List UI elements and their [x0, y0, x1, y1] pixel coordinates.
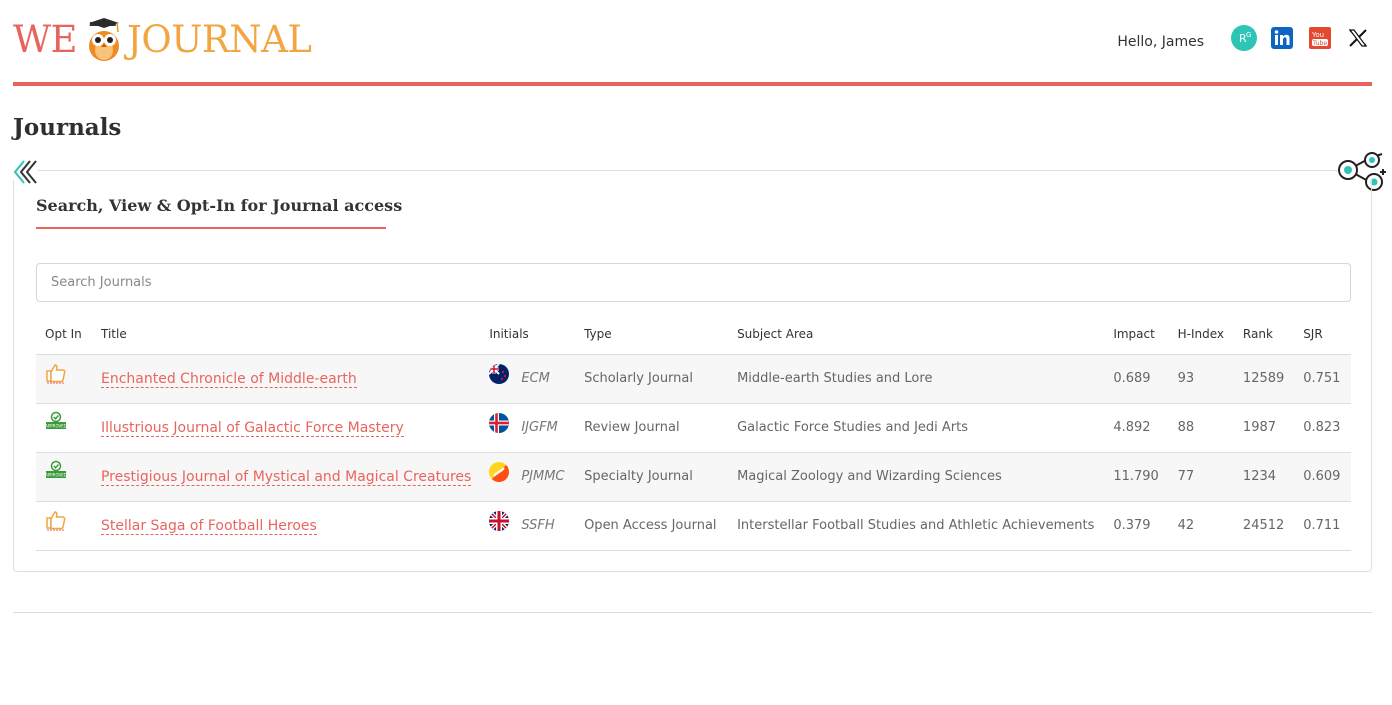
svg-text:APPROVED: APPROVED: [45, 423, 67, 428]
initials-cell: PJMMC: [480, 452, 576, 502]
impact-cell: 4.892: [1104, 403, 1169, 453]
journal-initials: PJMMC: [521, 469, 565, 484]
thumbs-up-icon[interactable]: [45, 509, 67, 531]
impact-cell: 0.689: [1104, 354, 1169, 404]
rank-cell: 1234: [1233, 452, 1295, 502]
svg-text:Tube: Tube: [1312, 40, 1327, 47]
col-title[interactable]: Title: [91, 314, 481, 355]
col-impact[interactable]: Impact: [1104, 314, 1169, 355]
type-cell: Specialty Journal: [575, 452, 729, 502]
opt-in-cell: [36, 354, 92, 404]
section-underline: [36, 227, 386, 229]
subject-cell: Interstellar Football Studies and Athlet…: [728, 501, 1105, 551]
section-title: Search, View & Opt-In for Journal access: [36, 196, 403, 215]
h-index-cell: 42: [1168, 501, 1234, 551]
journal-initials: ECM: [521, 371, 550, 386]
journals-table: Opt In Title Initials Type Subject Area …: [36, 314, 1351, 551]
sjr-cell: 0.711: [1294, 501, 1351, 551]
logo-we: WE: [13, 18, 78, 61]
bhutan-flag-icon: [489, 461, 510, 482]
iceland-flag-icon: [489, 412, 510, 433]
opt-in-cell: [36, 501, 92, 551]
initials-cell: SSFH: [480, 501, 576, 551]
rank-cell: 24512: [1233, 501, 1295, 551]
linkedin-icon[interactable]: [1268, 24, 1296, 52]
table-header-row: Opt In Title Initials Type Subject Area …: [36, 314, 1351, 355]
col-subject-area[interactable]: Subject Area: [728, 314, 1105, 355]
opt-in-cell: APPROVED: [36, 452, 92, 502]
journal-title-link[interactable]: Illustrious Journal of Galactic Force Ma…: [100, 419, 404, 437]
col-h-index[interactable]: H-Index: [1168, 314, 1234, 355]
table-row: Enchanted Chronicle of Middle-earth ECM …: [36, 354, 1351, 404]
impact-cell: 11.790: [1104, 452, 1169, 502]
col-type[interactable]: Type: [575, 314, 729, 355]
approved-icon[interactable]: APPROVED: [45, 411, 67, 433]
title-cell: Illustrious Journal of Galactic Force Ma…: [91, 403, 481, 453]
sjr-cell: 0.823: [1294, 403, 1351, 453]
thumbs-up-icon[interactable]: [45, 362, 67, 384]
rank-cell: 1987: [1233, 403, 1295, 453]
h-index-cell: 88: [1168, 403, 1234, 453]
col-opt-in[interactable]: Opt In: [36, 314, 92, 355]
sjr-cell: 0.751: [1294, 354, 1351, 404]
user-area: Hello, James R G You Tube: [1117, 18, 1372, 58]
col-sjr[interactable]: SJR: [1294, 314, 1351, 355]
greeting: Hello, James: [1117, 34, 1204, 50]
svg-text:APPROVED: APPROVED: [45, 472, 67, 477]
title-cell: Prestigious Journal of Mystical and Magi…: [91, 452, 481, 502]
journal-title-link[interactable]: Stellar Saga of Football Heroes: [100, 517, 317, 535]
search-journals-input[interactable]: [36, 263, 1351, 302]
h-index-cell: 77: [1168, 452, 1234, 502]
title-cell: Stellar Saga of Football Heroes: [91, 501, 481, 551]
col-initials[interactable]: Initials: [480, 314, 576, 355]
divider: [38, 170, 1338, 171]
footer-divider: [13, 612, 1372, 613]
svg-text:You: You: [1311, 31, 1324, 39]
logo-journal: JOURNAL: [127, 18, 312, 61]
journal-title-link[interactable]: Enchanted Chronicle of Middle-earth: [100, 370, 357, 388]
journal-initials: IJGFM: [521, 420, 558, 435]
type-cell: Open Access Journal: [575, 501, 729, 551]
sjr-cell: 0.609: [1294, 452, 1351, 502]
logo[interactable]: WE JOURNAL: [13, 16, 312, 64]
initials-cell: IJGFM: [480, 403, 576, 453]
title-cell: Enchanted Chronicle of Middle-earth: [91, 354, 481, 404]
rank-cell: 12589: [1233, 354, 1295, 404]
table-row: APPROVED Illustrious Journal of Galactic…: [36, 403, 1351, 453]
journal-initials: SSFH: [521, 518, 555, 533]
table-row: Stellar Saga of Football Heroes SSFH Ope…: [36, 501, 1351, 551]
initials-cell: ECM: [480, 354, 576, 404]
owl-mascot-icon: [89, 18, 120, 61]
type-cell: Scholarly Journal: [575, 354, 729, 404]
journals-panel: Search, View & Opt-In for Journal access…: [13, 180, 1372, 572]
journal-title-link[interactable]: Prestigious Journal of Mystical and Magi…: [100, 468, 472, 486]
header-divider: [13, 82, 1372, 86]
subject-cell: Galactic Force Studies and Jedi Arts: [728, 403, 1105, 453]
researchgate-icon[interactable]: R G: [1230, 24, 1258, 52]
impact-cell: 0.379: [1104, 501, 1169, 551]
subject-cell: Magical Zoology and Wizarding Sciences: [728, 452, 1105, 502]
subject-cell: Middle-earth Studies and Lore: [728, 354, 1105, 404]
col-rank[interactable]: Rank: [1233, 314, 1295, 355]
table-row: APPROVED Prestigious Journal of Mystical…: [36, 452, 1351, 502]
page-title: Journals: [13, 114, 122, 141]
opt-in-cell: APPROVED: [36, 403, 92, 453]
svg-text:G: G: [1246, 31, 1251, 39]
h-index-cell: 93: [1168, 354, 1234, 404]
type-cell: Review Journal: [575, 403, 729, 453]
new-zealand-flag-icon: [489, 363, 510, 384]
uk-flag-icon: [489, 510, 510, 531]
x-icon[interactable]: [1344, 24, 1372, 52]
youtube-icon[interactable]: You Tube: [1306, 24, 1334, 52]
header: WE JOURNAL Hello, James R G You Tube: [13, 0, 1372, 88]
approved-icon[interactable]: APPROVED: [45, 460, 67, 482]
